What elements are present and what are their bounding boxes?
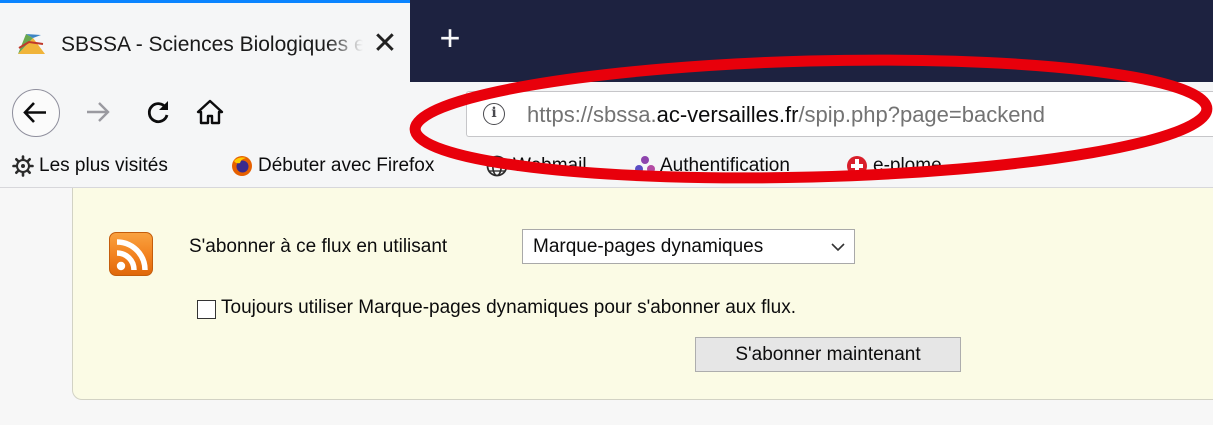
tab-sbssa[interactable]: SBSSA - Sciences Biologiques et Sciences… [0, 0, 410, 82]
subscribe-using-label: S'abonner à ce flux en utilisant [189, 236, 448, 257]
bookmark-label: Les plus visités [39, 155, 168, 176]
tab-strip: SBSSA - Sciences Biologiques et Sciences… [0, 0, 1213, 82]
reload-button[interactable] [142, 96, 174, 128]
new-tab-button[interactable]: + [430, 18, 470, 58]
red-circle-icon [847, 156, 867, 176]
rss-feed-icon [109, 232, 153, 276]
bookmark-label: Débuter avec Firefox [258, 155, 435, 176]
url-domain: ac-versailles.fr [656, 102, 799, 127]
bookmark-label: Authentification [660, 155, 790, 176]
globe-icon [486, 155, 508, 177]
url-prefix: https://sbssa. [527, 102, 657, 127]
always-use-label[interactable]: Toujours utiliser Marque-pages dynamique… [221, 293, 796, 323]
puzzle-icon [635, 156, 655, 173]
chevron-down-icon [831, 243, 845, 252]
site-favicon-icon [18, 34, 45, 54]
tab-title: SBSSA - Sciences Biologiques et Sciences… [61, 33, 363, 56]
firefox-icon [232, 156, 252, 176]
home-icon [196, 99, 224, 125]
reload-icon [147, 101, 169, 124]
back-button[interactable] [12, 89, 60, 137]
gear-icon [12, 155, 34, 177]
forward-arrow-icon [87, 102, 110, 122]
feed-reader-selected-value: Marque-pages dynamiques [533, 236, 764, 257]
always-use-checkbox[interactable] [197, 300, 216, 319]
forward-button[interactable] [82, 96, 114, 128]
bookmark-label: e-plome [873, 155, 942, 176]
url-path: /spip.php?page=backend [798, 102, 1045, 127]
back-arrow-icon [23, 102, 46, 123]
url-text[interactable]: https://sbssa.ac-versailles.fr/spip.php?… [527, 100, 1045, 130]
bookmark-label: Webmail [513, 155, 587, 176]
feed-subscribe-panel: S'abonner à ce flux en utilisant Marque-… [72, 188, 1213, 400]
home-button[interactable] [194, 96, 226, 128]
info-icon[interactable]: i [483, 103, 505, 125]
subscribe-now-button[interactable]: S'abonner maintenant [695, 337, 961, 372]
feed-reader-select[interactable]: Marque-pages dynamiques [522, 229, 855, 264]
bookmarks-toolbar: Les plus visités Débuter avec Firefox We… [0, 146, 1213, 188]
url-bar[interactable]: i https://sbssa.ac-versailles.fr/spip.ph… [466, 91, 1213, 137]
navigation-toolbar: i https://sbssa.ac-versailles.fr/spip.ph… [0, 82, 1213, 146]
tab-close-icon[interactable]: ✕ [368, 27, 402, 61]
page-content: S'abonner à ce flux en utilisant Marque-… [0, 188, 1213, 425]
